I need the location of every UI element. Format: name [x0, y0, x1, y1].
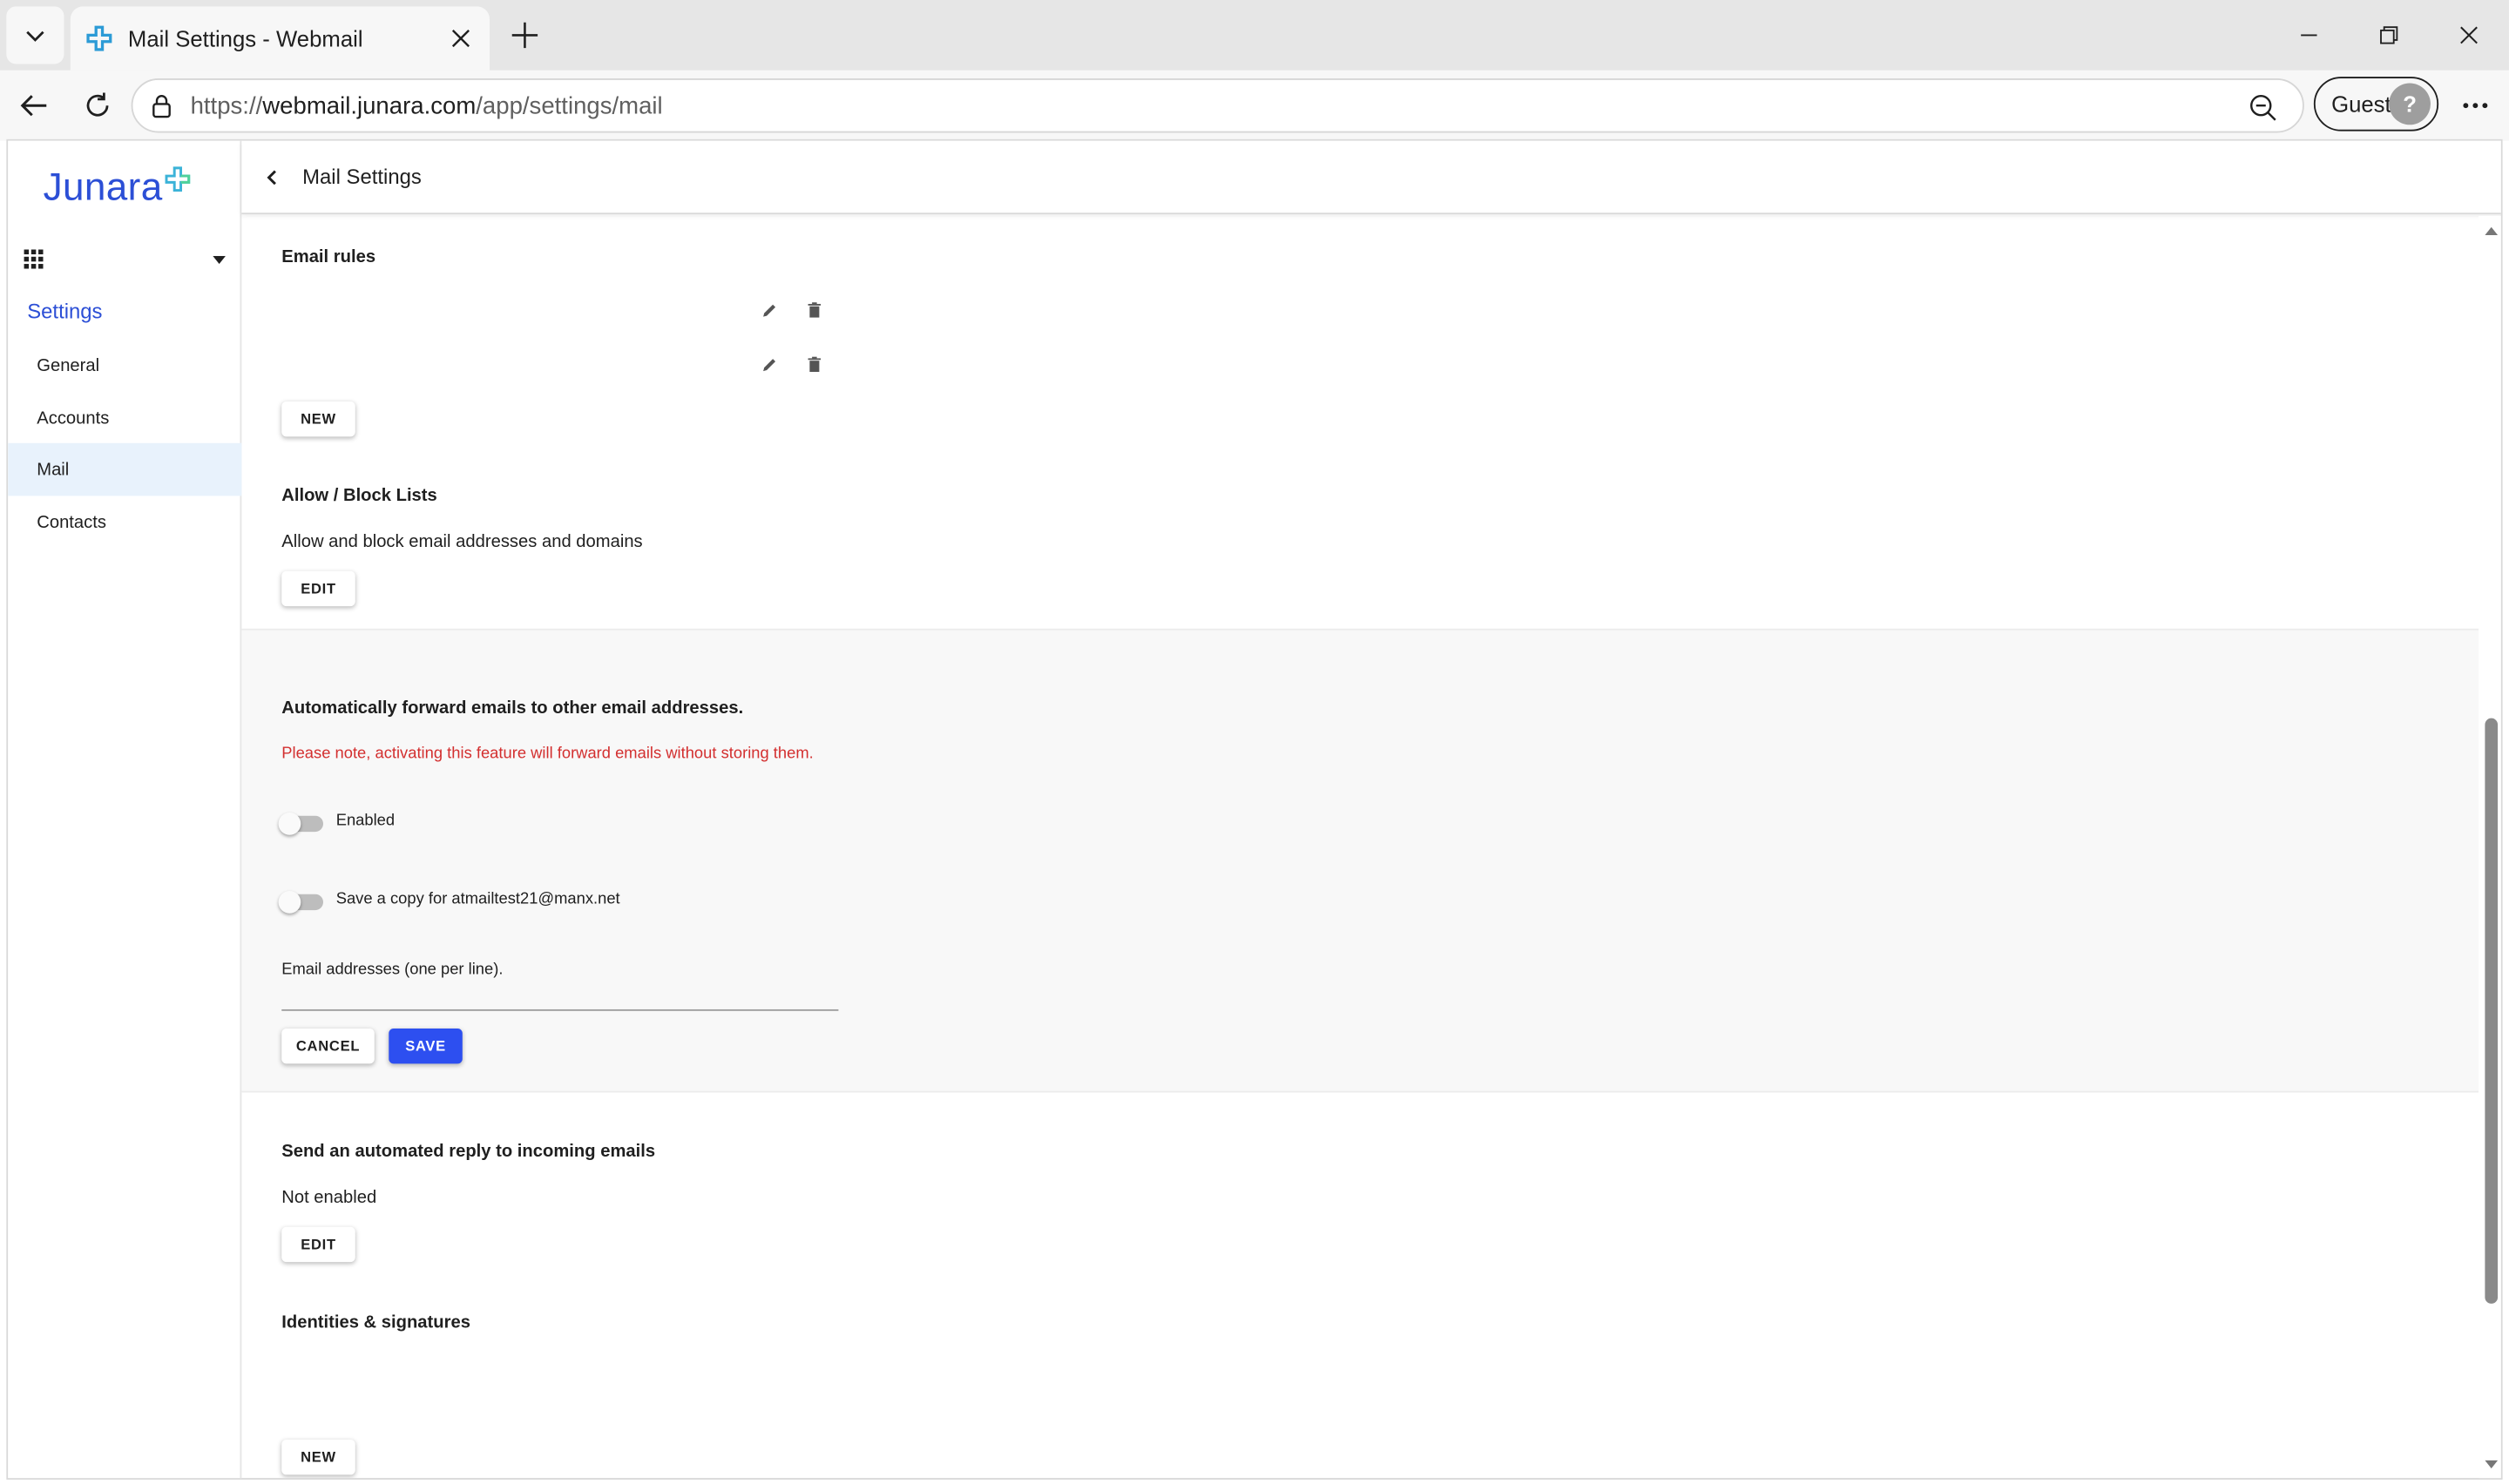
close-window-button[interactable] [2429, 0, 2509, 71]
pencil-icon [763, 304, 776, 317]
sidebar-item-contacts[interactable]: Contacts [8, 496, 241, 549]
minimize-button[interactable] [2269, 0, 2349, 71]
webmail-app: Junara Settings General Accounts Mail Co… [6, 138, 2503, 1480]
back-arrow-button[interactable] [260, 165, 283, 188]
cancel-button[interactable]: CANCEL [281, 1028, 375, 1064]
auto-reply-title: Send an automated reply to incoming emai… [281, 1142, 656, 1162]
content-scrollbar[interactable] [2479, 215, 2501, 1479]
identities-title: Identities & signatures [281, 1312, 470, 1332]
forwarding-title: Automatically forward emails to other em… [281, 698, 744, 718]
new-tab-button[interactable] [503, 13, 547, 57]
screen: Mail Settings - Webmail https://webmail.… [0, 0, 2509, 1484]
sidebar-item-accounts[interactable]: Accounts [8, 392, 241, 445]
allow-block-title: Allow / Block Lists [281, 486, 437, 506]
edit-rule-button[interactable] [759, 354, 781, 376]
save-copy-toggle[interactable] [278, 891, 324, 914]
browser-tab[interactable]: Mail Settings - Webmail [70, 6, 490, 71]
scrollbar-thumb[interactable] [2485, 718, 2499, 1304]
settings-sidebar: Junara Settings General Accounts Mail Co… [8, 140, 242, 1479]
plus-icon [511, 22, 538, 49]
more-horizontal-icon [2463, 103, 2488, 109]
delete-rule-button[interactable] [803, 354, 826, 376]
toggle-thumb [278, 813, 301, 835]
delete-rule-button[interactable] [803, 299, 826, 321]
logo-text: Junara [43, 166, 163, 210]
chevron-left-icon [267, 169, 276, 185]
tab-close-icon[interactable] [448, 25, 473, 51]
scroll-down-icon[interactable] [2485, 1457, 2499, 1470]
allow-block-description: Allow and block email addresses and doma… [281, 532, 643, 552]
back-button[interactable] [10, 82, 57, 130]
zoom-out-icon[interactable] [2249, 93, 2277, 122]
page-title: Mail Settings [302, 165, 422, 189]
restore-button[interactable] [2349, 0, 2429, 71]
scroll-up-icon[interactable] [2485, 226, 2499, 239]
reload-icon [86, 92, 109, 117]
toggle-thumb [278, 891, 301, 914]
reload-button[interactable] [73, 82, 121, 130]
forwarding-panel: Automatically forward emails to other em… [241, 628, 2479, 1093]
forwarding-warning: Please note, activating this feature wil… [281, 745, 814, 764]
apps-grid-icon [24, 249, 44, 269]
url-text: https://webmail.junara.com/app/settings/… [191, 92, 663, 119]
chevron-down-icon [26, 30, 44, 42]
page-header: Mail Settings [241, 140, 2501, 215]
caret-down-icon [213, 254, 226, 264]
email-rules-title: Email rules [281, 247, 376, 267]
settings-content: Email rules NEW Allow / Block Lists Allo… [241, 216, 2479, 1478]
url-host: webmail.junara.com [262, 91, 477, 119]
edit-allow-block-button[interactable]: EDIT [281, 570, 355, 607]
sidebar-item-mail[interactable]: Mail [8, 442, 242, 496]
browser-tab-bar: Mail Settings - Webmail [0, 0, 2509, 71]
sidebar-item-general[interactable]: General [8, 339, 241, 392]
browser-toolbar: https://webmail.junara.com/app/settings/… [0, 70, 2509, 141]
app-switcher[interactable] [24, 243, 226, 275]
tab-title: Mail Settings - Webmail [127, 25, 363, 51]
guest-avatar-icon: ? [2389, 83, 2431, 125]
new-rule-button[interactable]: NEW [281, 401, 355, 437]
profile-label: Guest [2331, 91, 2391, 118]
close-icon [2460, 26, 2478, 44]
save-button[interactable]: SAVE [389, 1028, 463, 1064]
edit-rule-button[interactable] [759, 299, 781, 321]
enabled-toggle[interactable] [278, 813, 324, 835]
trash-icon [808, 356, 822, 373]
url-scheme: https:// [190, 91, 263, 119]
more-menu-button[interactable] [2452, 82, 2499, 130]
junara-favicon-icon [86, 25, 112, 51]
url-path: /app/settings/mail [476, 91, 663, 119]
edit-auto-reply-button[interactable]: EDIT [281, 1226, 355, 1263]
email-addresses-input[interactable] [281, 1008, 839, 1011]
new-identity-button[interactable]: NEW [281, 1440, 355, 1475]
pencil-icon [763, 359, 776, 372]
auto-reply-status: Not enabled [281, 1188, 377, 1208]
tab-list-button[interactable] [6, 6, 64, 64]
sidebar-item-label: Mail [37, 460, 70, 480]
junara-logo-icon [164, 166, 190, 192]
enabled-label: Enabled [335, 813, 396, 831]
settings-heading: Settings [27, 299, 103, 324]
lock-icon[interactable] [149, 93, 174, 118]
junara-logo[interactable]: Junara [44, 166, 190, 220]
address-bar[interactable]: https://webmail.junara.com/app/settings/… [131, 78, 2304, 133]
email-addresses-label: Email addresses (one per line). [281, 961, 504, 980]
sidebar-item-label: Accounts [37, 408, 110, 428]
arrow-left-icon [20, 95, 47, 117]
sidebar-item-label: General [37, 355, 100, 375]
sidebar-item-label: Contacts [37, 512, 106, 532]
restore-icon [2380, 26, 2398, 44]
save-copy-label: Save a copy for atmailtest21@manx.net [335, 891, 620, 909]
profile-button[interactable]: Guest ? [2313, 77, 2439, 132]
minimize-icon [2301, 34, 2317, 37]
trash-icon [808, 302, 822, 318]
